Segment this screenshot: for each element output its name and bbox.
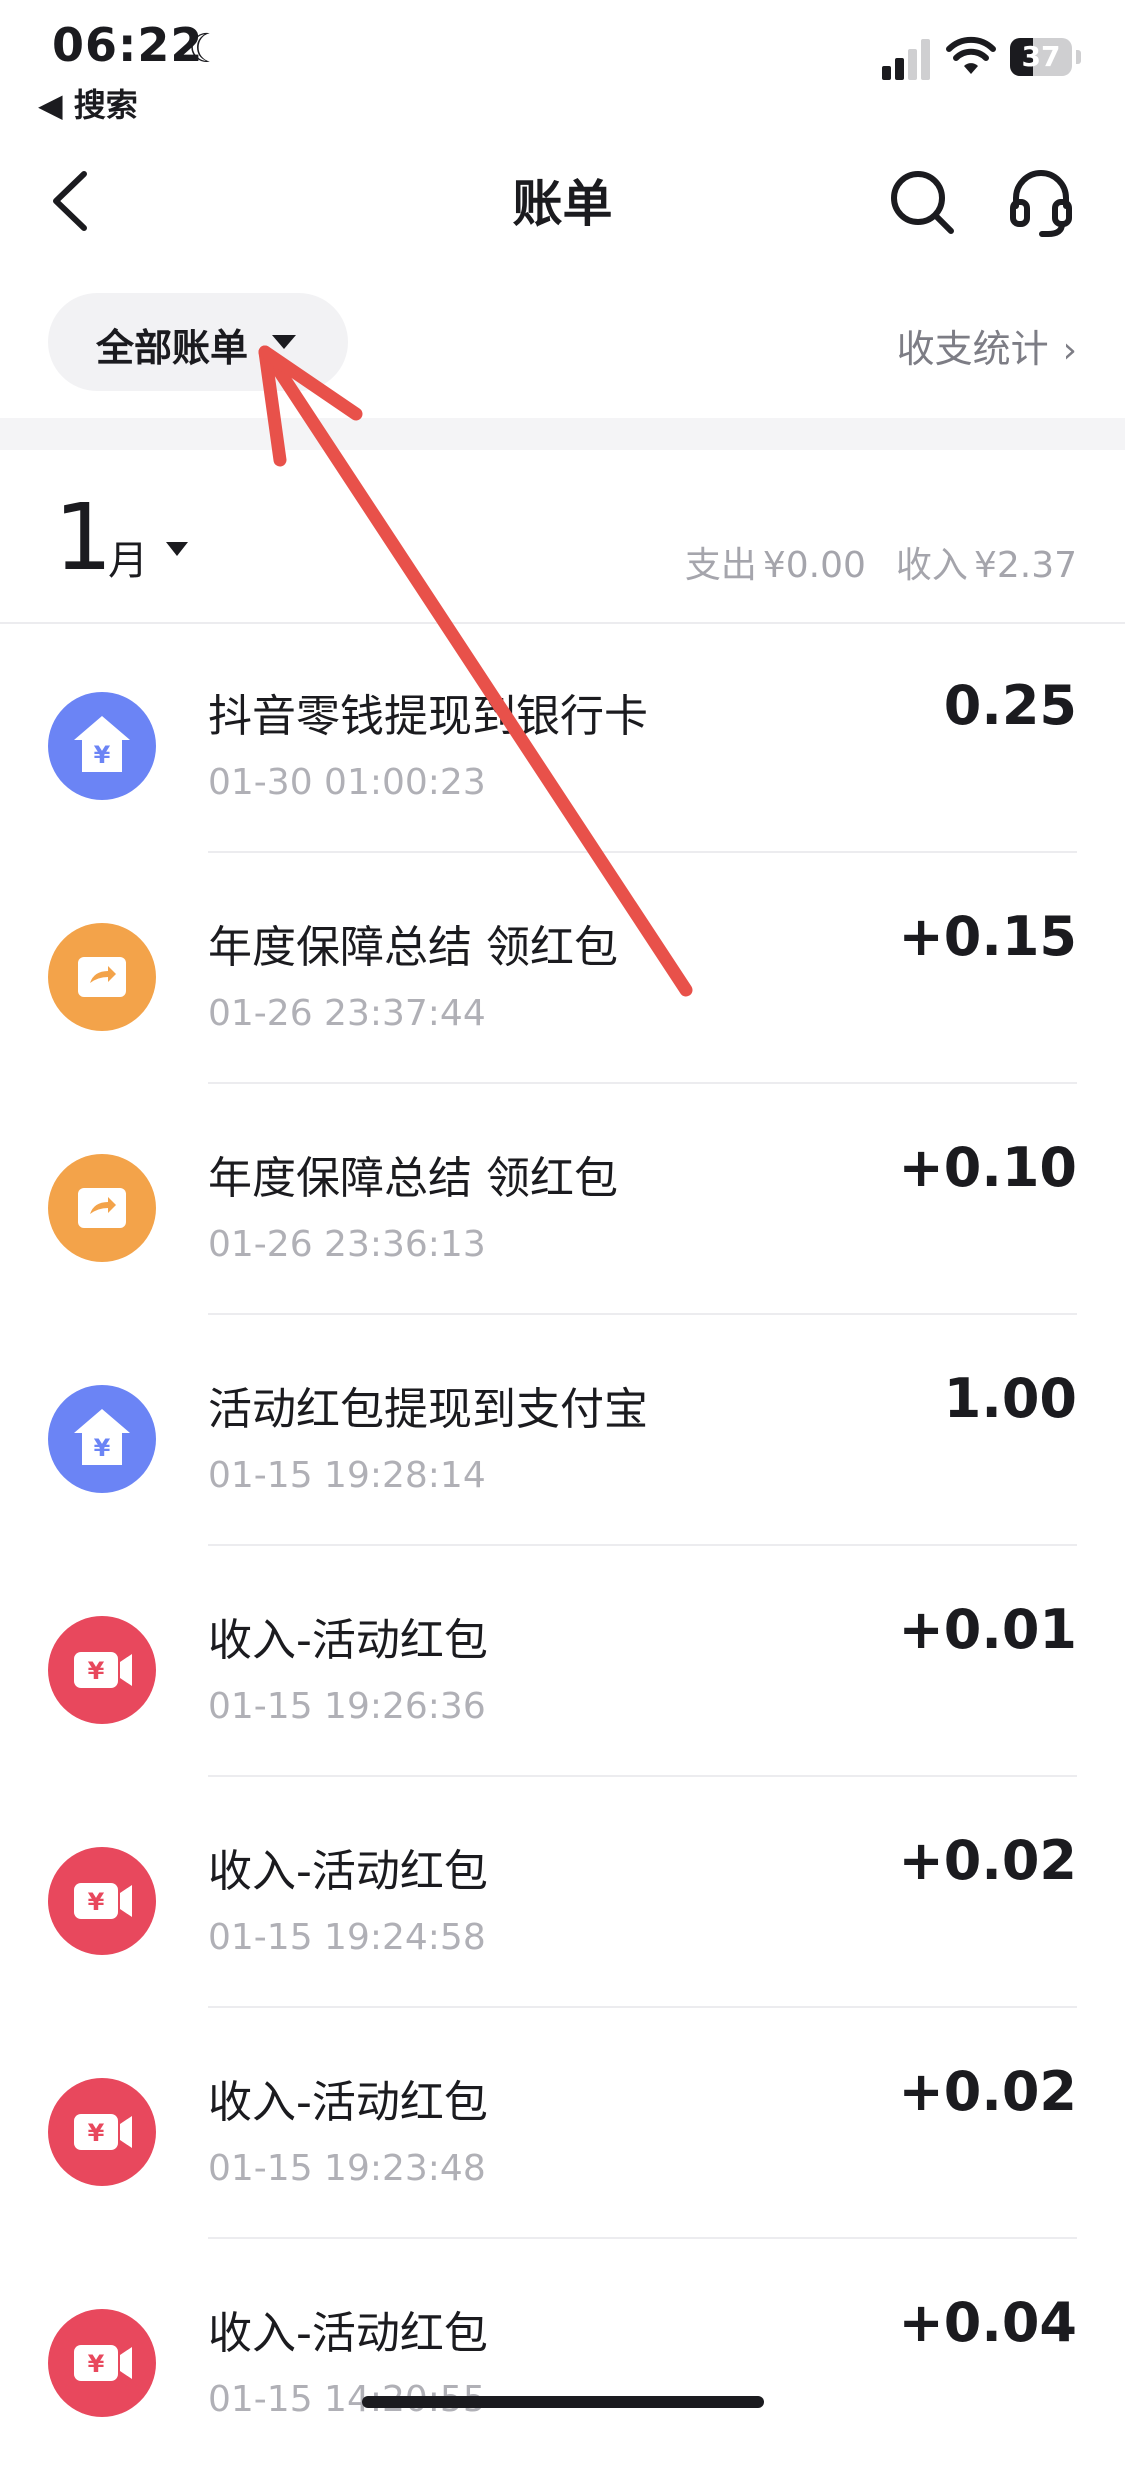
transaction-title: 年度保障总结 领红包	[208, 922, 618, 973]
caret-down-icon	[272, 335, 296, 349]
income-label: 收入	[895, 545, 968, 586]
home-indicator[interactable]	[362, 2396, 764, 2408]
transaction-list: ¥ 抖音零钱提现到银行卡 01-30 01:00:23 0.25 年度保障总结 …	[0, 622, 1125, 2470]
transaction-title: 收入-活动红包	[208, 2077, 488, 2128]
video-yuan-icon: ¥	[48, 2078, 156, 2186]
transaction-amount: +0.02	[898, 2060, 1077, 2123]
transaction-row[interactable]: ¥ 活动红包提现到支付宝 01-15 19:28:14 1.00	[0, 1315, 1125, 1546]
transaction-title: 收入-活动红包	[208, 2308, 488, 2359]
month-unit[interactable]: 月	[108, 528, 148, 586]
transaction-row[interactable]: 年度保障总结 领红包 01-26 23:36:13 +0.10	[0, 1084, 1125, 1315]
transaction-time: 01-15 19:26:36	[208, 1686, 486, 1727]
status-time: 06:22	[52, 18, 204, 72]
video-yuan-icon: ¥	[48, 1616, 156, 1724]
transaction-time: 01-30 01:00:23	[208, 762, 486, 803]
transaction-time: 01-15 19:23:48	[208, 2148, 486, 2189]
withdraw-icon: ¥	[48, 1385, 156, 1493]
svg-text:¥: ¥	[88, 2119, 105, 2147]
svg-text:¥: ¥	[88, 2350, 105, 2378]
wifi-icon	[946, 36, 996, 74]
svg-text:¥: ¥	[94, 741, 111, 769]
transaction-amount: 1.00	[943, 1367, 1077, 1430]
month-number[interactable]: 1	[54, 484, 113, 591]
transaction-time: 01-26 23:36:13	[208, 1224, 486, 1265]
svg-text:¥: ¥	[94, 1434, 111, 1462]
transaction-row[interactable]: ¥ 收入-活动红包 01-15 19:23:48 +0.02	[0, 2008, 1125, 2239]
nav-bar: 账单	[0, 140, 1125, 260]
expense-value: ¥0.00	[762, 545, 866, 586]
svg-text:¥: ¥	[88, 1657, 105, 1685]
back-to-app-link[interactable]: ◀ 搜索	[38, 80, 138, 126]
transaction-amount: +0.10	[898, 1136, 1077, 1199]
search-icon[interactable]	[888, 168, 956, 236]
transaction-title: 年度保障总结 领红包	[208, 1153, 618, 1204]
section-divider	[0, 418, 1125, 450]
expense-label: 支出	[684, 545, 757, 586]
wallet-icon	[48, 1154, 156, 1262]
month-header: 1 月 支出 ¥0.00 收入 ¥2.37	[0, 450, 1125, 624]
transaction-row[interactable]: ¥ 收入-活动红包 01-15 19:24:58 +0.02	[0, 1777, 1125, 2008]
filter-label: 全部账单	[96, 326, 249, 370]
month-summary: 支出 ¥0.00 收入 ¥2.37	[679, 536, 1077, 588]
transaction-row[interactable]: ¥ 收入-活动红包 01-15 14:20:55 +0.04	[0, 2239, 1125, 2470]
transaction-time: 01-15 19:28:14	[208, 1455, 486, 1496]
transaction-row[interactable]: ¥ 抖音零钱提现到银行卡 01-30 01:00:23 0.25	[0, 622, 1125, 853]
transaction-title: 收入-活动红包	[208, 1615, 488, 1666]
transaction-row[interactable]: 年度保障总结 领红包 01-26 23:37:44 +0.15	[0, 853, 1125, 1084]
headset-icon[interactable]	[1008, 166, 1074, 238]
battery-indicator: 37	[1010, 38, 1082, 78]
transaction-amount: +0.15	[898, 905, 1077, 968]
transaction-time: 01-15 19:24:58	[208, 1917, 486, 1958]
video-yuan-icon: ¥	[48, 2309, 156, 2417]
transaction-time: 01-26 23:37:44	[208, 993, 486, 1034]
wallet-icon	[48, 923, 156, 1031]
transaction-amount: 0.25	[943, 674, 1077, 737]
moon-icon: ☾	[188, 26, 224, 72]
battery-level: 37	[1021, 40, 1061, 73]
transaction-amount: +0.04	[898, 2291, 1077, 2354]
bill-type-filter[interactable]: 全部账单	[48, 293, 348, 391]
transaction-amount: +0.01	[898, 1598, 1077, 1661]
transaction-title: 活动红包提现到支付宝	[208, 1384, 648, 1435]
status-bar: 06:22 ☾ ◀ 搜索 37	[0, 0, 1125, 130]
transaction-title: 收入-活动红包	[208, 1846, 488, 1897]
svg-text:¥: ¥	[88, 1888, 105, 1916]
income-value: ¥2.37	[973, 545, 1077, 586]
transaction-row[interactable]: ¥ 收入-活动红包 01-15 19:26:36 +0.01	[0, 1546, 1125, 1777]
stats-label: 收支统计	[896, 327, 1049, 371]
page-title: 账单	[512, 175, 613, 233]
income-expense-stats-link[interactable]: 收支统计 ›	[897, 318, 1077, 373]
caret-down-icon[interactable]	[166, 542, 188, 556]
chevron-right-icon: ›	[1062, 330, 1077, 371]
transaction-title: 抖音零钱提现到银行卡	[208, 691, 648, 742]
transaction-amount: +0.02	[898, 1829, 1077, 1892]
withdraw-icon: ¥	[48, 692, 156, 800]
video-yuan-icon: ¥	[48, 1847, 156, 1955]
cellular-signal-icon	[882, 39, 930, 80]
